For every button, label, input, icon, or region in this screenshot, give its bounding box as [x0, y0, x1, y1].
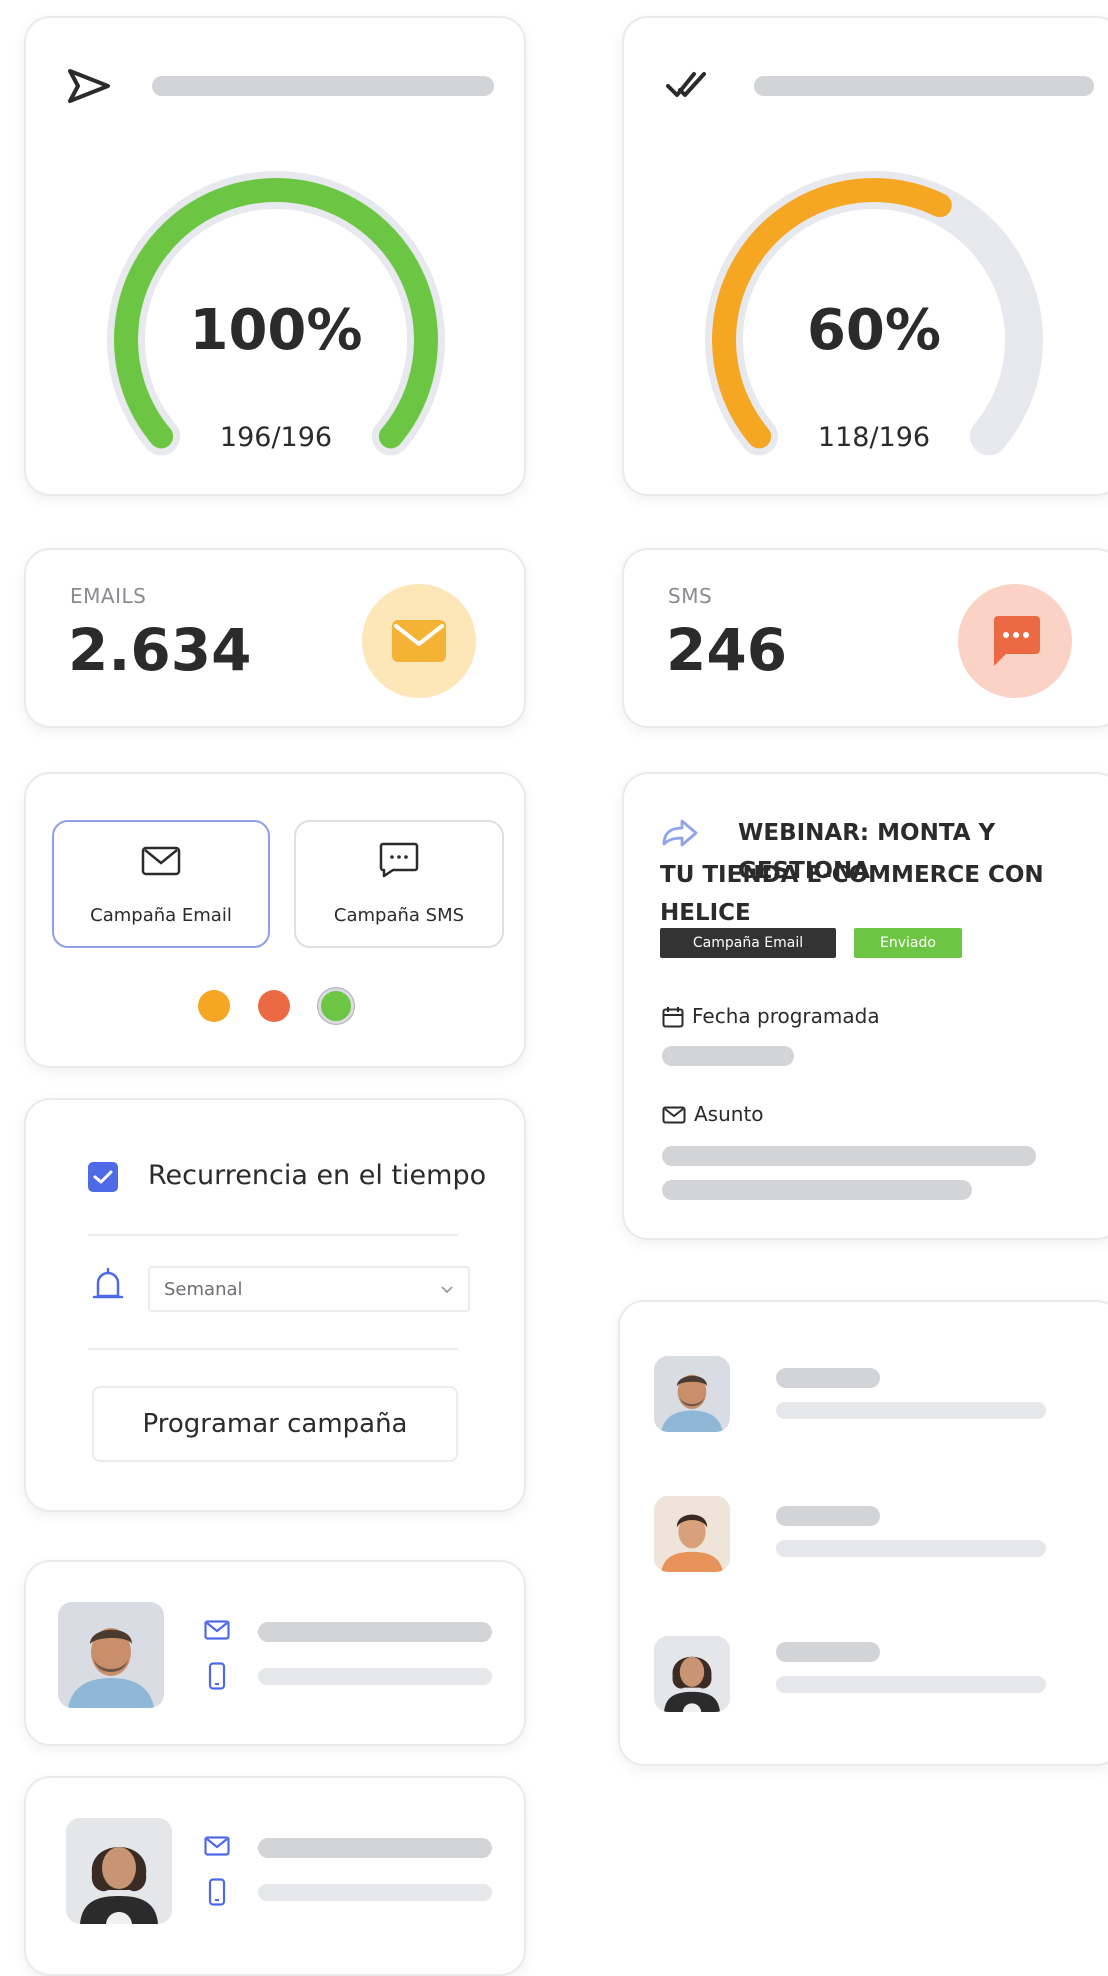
subject-label: Asunto — [694, 1102, 764, 1126]
recurrence-checkbox[interactable] — [88, 1162, 118, 1192]
frequency-value: Semanal — [164, 1279, 243, 1300]
emails-stat-badge — [362, 584, 476, 698]
scheduled-date-label: Fecha programada — [692, 1004, 880, 1028]
divider — [88, 1348, 458, 1350]
recurrence-label: Recurrencia en el tiempo — [148, 1160, 487, 1191]
detail-placeholder — [776, 1676, 1046, 1693]
avatar — [654, 1496, 730, 1572]
detail-placeholder — [776, 1402, 1046, 1419]
contact-card — [24, 1560, 526, 1746]
phone-placeholder — [258, 1668, 492, 1685]
envelope-icon — [392, 620, 446, 662]
name-placeholder — [776, 1506, 880, 1526]
delivered-gauge-card: 60% 118/196 — [622, 16, 1108, 496]
contact-card — [24, 1776, 526, 1976]
webinar-title-line2: TU TIENDA E-COMMERCE CON HELICE — [660, 862, 1044, 926]
frequency-select[interactable]: Semanal — [148, 1266, 470, 1312]
man-portrait-icon — [654, 1356, 730, 1432]
avatar — [654, 1636, 730, 1712]
man-portrait-icon — [58, 1602, 164, 1708]
subject-placeholder-1 — [662, 1146, 1036, 1166]
phone-icon — [208, 1878, 226, 1906]
sent-ratio: 196/196 — [219, 422, 333, 453]
send-icon — [68, 69, 110, 103]
sent-percent: 100% — [189, 298, 363, 363]
name-placeholder — [258, 1838, 492, 1858]
sms-stat-badge — [958, 584, 1072, 698]
phone-placeholder — [258, 1884, 492, 1901]
avatar — [654, 1356, 730, 1432]
delivered-ratio: 118/196 — [817, 422, 931, 453]
emails-stat-card: EMAILS 2.634 — [24, 548, 526, 728]
woman-portrait-icon — [66, 1818, 172, 1924]
envelope-outline-icon — [141, 846, 181, 876]
avatar — [66, 1818, 172, 1924]
webinar-campaign-card: WEBINAR: MONTA Y GESTIONA TU TIENDA E-CO… — [622, 772, 1108, 1240]
schedule-campaign-button[interactable]: Programar campaña — [92, 1386, 458, 1462]
email-icon — [204, 1836, 230, 1856]
envelope-outline-icon — [662, 1106, 686, 1124]
contacts-list-card — [618, 1300, 1108, 1766]
chevron-down-icon — [441, 1286, 453, 1294]
red-color-swatch[interactable] — [258, 990, 290, 1022]
young-man-portrait-icon — [654, 1496, 730, 1572]
title-placeholder — [754, 76, 1094, 96]
subject-placeholder-2 — [662, 1180, 972, 1200]
phone-icon — [208, 1662, 226, 1690]
sms-campaign-button[interactable]: Campaña SMS — [294, 820, 504, 948]
email-campaign-button[interactable]: Campaña Email — [52, 820, 270, 948]
sms-stat-value: 246 — [666, 616, 788, 684]
orange-color-swatch[interactable] — [198, 990, 230, 1022]
campaign-type-badge: Campaña Email — [660, 928, 836, 958]
check-icon — [93, 1170, 113, 1184]
delivered-percent: 60% — [806, 298, 942, 363]
emails-stat-label: EMAILS — [70, 584, 147, 608]
divider — [88, 1234, 458, 1236]
name-placeholder — [776, 1368, 880, 1388]
recurrence-card: Recurrencia en el tiempo Semanal Program… — [24, 1098, 526, 1512]
name-placeholder — [776, 1642, 880, 1662]
sms-stat-card: SMS 246 — [622, 548, 1108, 728]
forward-arrow-icon — [662, 819, 698, 847]
date-placeholder — [662, 1046, 794, 1066]
name-placeholder — [258, 1622, 492, 1642]
email-icon — [204, 1620, 230, 1640]
status-badge: Enviado — [854, 928, 962, 958]
calendar-icon — [662, 1007, 684, 1028]
emails-stat-value: 2.634 — [68, 616, 252, 684]
green-color-swatch[interactable] — [318, 988, 354, 1024]
sms-campaign-label: Campaña SMS — [333, 905, 465, 926]
sms-stat-label: SMS — [668, 584, 713, 608]
email-campaign-label: Campaña Email — [90, 905, 232, 926]
campaign-type-card: Campaña Email Campaña SMS — [24, 772, 526, 1068]
chat-outline-icon — [379, 842, 419, 878]
detail-placeholder — [776, 1540, 1046, 1557]
bell-icon — [92, 1267, 124, 1299]
avatar — [58, 1602, 164, 1708]
chat-bubble-icon — [994, 616, 1040, 666]
double-check-icon — [666, 72, 706, 97]
woman-portrait-icon — [654, 1636, 730, 1712]
sent-gauge-card: 100% 196/196 — [24, 16, 526, 496]
title-placeholder — [152, 76, 494, 96]
